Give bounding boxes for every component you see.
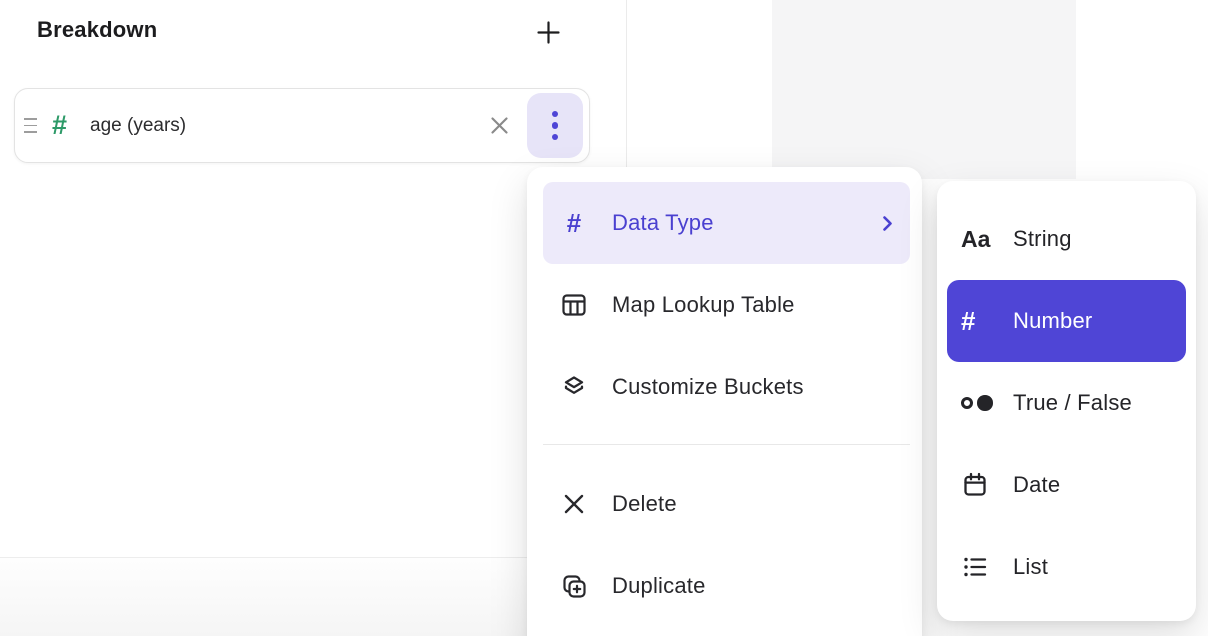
plus-icon	[535, 19, 562, 46]
list-icon	[961, 553, 1001, 581]
calendar-icon	[961, 471, 1001, 499]
field-name-label: age (years)	[90, 115, 186, 137]
data-type-submenu: Aa String # Number True / False Date	[937, 181, 1196, 621]
submenu-item-list[interactable]: List	[947, 526, 1186, 608]
menu-item-label: Data Type	[612, 210, 714, 236]
hash-icon: #	[560, 210, 588, 236]
kebab-menu-icon	[552, 108, 559, 143]
submenu-item-number[interactable]: # Number	[947, 280, 1186, 362]
hash-icon: #	[961, 308, 1001, 334]
submenu-item-true-false[interactable]: True / False	[947, 362, 1186, 444]
menu-item-label: Map Lookup Table	[612, 292, 795, 318]
layers-icon	[560, 373, 588, 401]
menu-section-divider	[543, 444, 910, 445]
breakdown-panel-screen: Breakdown # age (years) #	[0, 0, 1208, 636]
chart-canvas-placeholder	[772, 0, 1076, 179]
menu-item-duplicate[interactable]: Duplicate	[543, 545, 910, 627]
remove-field-button[interactable]	[485, 111, 514, 140]
drag-handle-icon[interactable]	[22, 112, 39, 139]
chevron-right-icon	[881, 214, 894, 233]
submenu-item-date[interactable]: Date	[947, 444, 1186, 526]
field-options-menu: # Data Type Map Lookup Table	[527, 167, 922, 636]
menu-item-map-lookup-table[interactable]: Map Lookup Table	[543, 264, 910, 346]
submenu-item-label: String	[1013, 226, 1072, 252]
menu-item-label: Customize Buckets	[612, 374, 804, 400]
table-icon	[560, 291, 588, 319]
duplicate-icon	[560, 572, 588, 600]
aa-icon: Aa	[961, 228, 1001, 251]
submenu-item-label: List	[1013, 554, 1048, 580]
menu-item-data-type[interactable]: # Data Type	[543, 182, 910, 264]
menu-item-label: Delete	[612, 491, 677, 517]
field-options-button[interactable]	[527, 93, 583, 158]
submenu-item-label: True / False	[1013, 390, 1132, 416]
menu-item-label: Duplicate	[612, 573, 706, 599]
number-type-icon: #	[52, 112, 67, 139]
close-icon	[487, 113, 512, 138]
menu-item-customize-buckets[interactable]: Customize Buckets	[543, 346, 910, 428]
page-title: Breakdown	[37, 17, 157, 43]
true-false-circles-icon	[961, 395, 1001, 411]
x-icon	[560, 490, 588, 518]
submenu-item-label: Number	[1013, 308, 1092, 334]
submenu-item-label: Date	[1013, 472, 1060, 498]
breakdown-field-chip[interactable]: # age (years)	[14, 88, 590, 163]
add-breakdown-button[interactable]	[531, 15, 565, 49]
submenu-item-string[interactable]: Aa String	[947, 198, 1186, 280]
menu-item-delete[interactable]: Delete	[543, 463, 910, 545]
